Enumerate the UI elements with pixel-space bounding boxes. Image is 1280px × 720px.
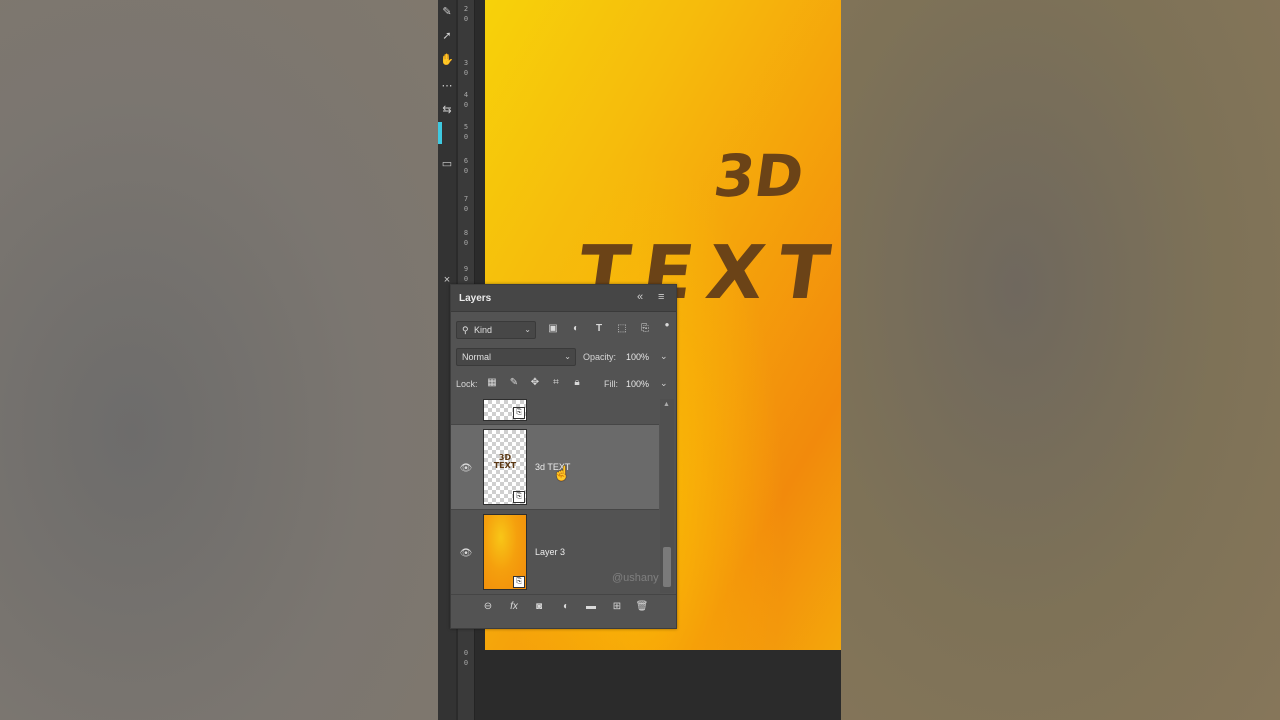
lock-transparent-pixels-icon[interactable]: ▦: [485, 376, 499, 390]
layers-panel: Layers « ≡ ⚲ Kind ⌄ ▣ ◐ T ⬚ ⎘ ● Normal ⌄…: [450, 284, 677, 629]
opacity-field[interactable]: 100%: [626, 352, 649, 362]
lock-label: Lock:: [456, 379, 478, 389]
lock-all-icon[interactable]: 🔒︎: [570, 376, 584, 390]
panel-menu-icon[interactable]: ≡: [658, 291, 664, 303]
layers-footer-toolbar: ⊖ fx ◙ ◐ ▬ ⊞ 🗑︎: [451, 594, 676, 619]
panel-title: Layers: [459, 293, 492, 304]
fx-icon[interactable]: fx: [507, 600, 521, 614]
layers-scrollbar[interactable]: ▲: [660, 399, 674, 593]
filter-kind-select[interactable]: ⚲ Kind ⌄: [456, 321, 536, 339]
layer-name[interactable]: Layer 3: [535, 547, 565, 557]
watermark-text: @ushany: [612, 572, 659, 584]
ruler-mark: 0: [463, 659, 469, 667]
lock-image-pixels-icon[interactable]: ✎: [507, 376, 521, 390]
blend-row: Normal ⌄ Opacity: 100% ⌄: [451, 348, 676, 374]
image-filter-icon[interactable]: ▣: [546, 322, 560, 336]
collapse-panel-icon[interactable]: «: [637, 291, 643, 303]
layer-thumbnail: ⎘: [483, 514, 527, 590]
hand-cursor-icon: ☝: [553, 465, 571, 481]
layer-row-partial[interactable]: ⎘: [451, 399, 659, 425]
opacity-label: Opacity:: [583, 352, 617, 362]
visibility-eye-icon[interactable]: 👁︎: [459, 548, 473, 559]
lock-position-icon[interactable]: ✥: [528, 376, 542, 390]
blurred-background-right: [841, 0, 1280, 720]
blend-mode-select[interactable]: Normal ⌄: [456, 348, 576, 366]
shape-filter-icon[interactable]: ⬚: [615, 322, 629, 336]
filter-toggle-icon[interactable]: ●: [660, 318, 674, 332]
chevron-down-icon: ⌄: [524, 325, 531, 334]
fill-label: Fill:: [604, 379, 618, 389]
lock-artboard-icon[interactable]: ⌗: [549, 376, 563, 390]
new-group-icon[interactable]: ▬: [584, 600, 598, 614]
visibility-eye-icon[interactable]: 👁︎: [459, 463, 473, 474]
type-filter-icon[interactable]: T: [592, 322, 606, 336]
layers-panel-header: Layers « ≡: [451, 285, 676, 312]
lock-row: Lock: ▦ ✎ ✥ ⌗ 🔒︎ Fill: 100% ⌄: [451, 375, 676, 401]
chevron-down-icon[interactable]: ⌄: [660, 378, 668, 389]
smart-object-icon: ⎘: [513, 576, 525, 588]
chevron-down-icon: ⌄: [564, 352, 571, 361]
blend-mode-value: Normal: [462, 352, 492, 362]
thumb-text-line2: TEXT: [493, 461, 517, 470]
chevron-down-icon[interactable]: ⌄: [660, 351, 668, 362]
filter-kind-label: Kind: [474, 325, 493, 335]
scroll-up-icon[interactable]: ▲: [663, 401, 670, 408]
layer-thumbnail: ⎘: [483, 399, 527, 421]
smart-object-icon: ⎘: [513, 491, 525, 503]
link-layers-icon[interactable]: ⊖: [481, 600, 495, 614]
scrollbar-thumb[interactable]: [663, 547, 671, 587]
blurred-background-left: [0, 0, 438, 720]
fill-field[interactable]: 100%: [626, 379, 649, 389]
add-mask-icon[interactable]: ◙: [532, 600, 546, 614]
adjustment-filter-icon[interactable]: ◐: [569, 322, 583, 336]
delete-layer-icon[interactable]: 🗑︎: [635, 600, 649, 614]
layer-thumbnail: 3D TEXT ⎘: [483, 429, 527, 505]
art-line-3d: 3D: [710, 142, 808, 210]
search-icon: ⚲: [462, 325, 469, 335]
smart-object-filter-icon[interactable]: ⎘: [638, 322, 652, 336]
new-adjustment-icon[interactable]: ◐: [559, 600, 573, 614]
new-layer-icon[interactable]: ⊞: [610, 600, 624, 614]
filter-row: ⚲ Kind ⌄ ▣ ◐ T ⬚ ⎘ ●: [451, 318, 676, 347]
ruler-mark: 0: [463, 649, 469, 657]
smart-object-icon: ⎘: [513, 407, 525, 419]
layers-list: ⎘ 👁︎ 3D TEXT ⎘ 3d TEXT 👁︎ ⎘ Layer 3: [451, 399, 659, 593]
